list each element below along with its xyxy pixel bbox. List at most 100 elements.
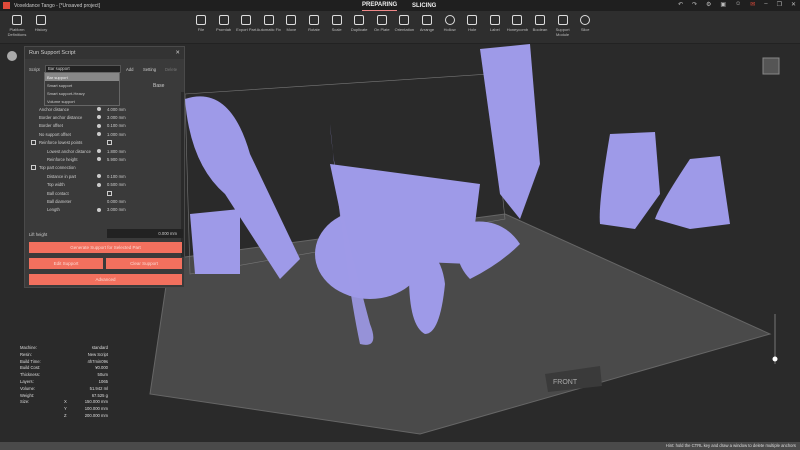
dropdown-option[interactable]: Bar support <box>45 73 119 81</box>
info-axis <box>64 365 74 372</box>
clear-support-button[interactable]: Clear Support <box>106 258 182 269</box>
setting-label: Reinforce lowest points <box>39 140 83 146</box>
info-row: Build Cost: ¥0.000 <box>20 365 108 372</box>
window-title: Voxeldance Tango - [*Unsaved project] <box>14 2 101 9</box>
info-value: 100.000 mm <box>84 406 108 412</box>
checkbox[interactable] <box>107 140 112 146</box>
advanced-button[interactable]: Advanced <box>29 274 182 285</box>
setting-value[interactable]: 0.100 mm <box>107 174 126 179</box>
info-key: Weight: <box>20 392 35 398</box>
undo-icon[interactable]: ↶ <box>678 1 683 8</box>
hollow-icon <box>444 15 455 25</box>
settings-icon[interactable]: ⚙ <box>706 1 711 8</box>
info-value: 1065 <box>98 378 108 384</box>
message-icon[interactable]: ▣ <box>720 1 726 8</box>
collapse-toggle[interactable] <box>31 165 36 171</box>
base-button[interactable]: Base <box>153 83 164 89</box>
info-row: Layers: 1065 <box>20 379 108 386</box>
info-icon <box>97 123 101 128</box>
setting-value[interactable]: 4.000 mm <box>107 107 126 112</box>
setting-label: Top width <box>47 182 65 188</box>
move-icon <box>286 15 297 25</box>
zoom-slider-handle[interactable] <box>772 356 778 362</box>
maximize-icon[interactable]: ❐ <box>777 1 782 8</box>
setting-row: Top part connection <box>25 164 175 172</box>
info-row: Y 100.000 mm <box>20 406 108 413</box>
rotate-icon <box>309 15 319 25</box>
toolbar: Platform Definitions History File Promtab Ex… <box>0 11 800 44</box>
toolbar-platform-definitions[interactable]: Platform Definitions <box>4 15 30 37</box>
setting-value[interactable]: 1.000 mm <box>107 132 126 137</box>
info-axis <box>64 372 74 379</box>
setting-value[interactable]: 3.000 mm <box>107 207 126 212</box>
info-value: ¥0.000 <box>95 365 108 371</box>
info-key <box>20 413 64 420</box>
setting-label: Border offset <box>39 123 63 129</box>
view-toggle-button[interactable] <box>7 51 17 61</box>
setting-label: Ball diameter <box>47 198 72 204</box>
redo-icon[interactable]: ↷ <box>692 1 697 8</box>
setting-value[interactable]: 0.500 mm <box>107 182 126 187</box>
close-icon[interactable]: ✕ <box>791 1 796 8</box>
file-icon <box>196 15 206 25</box>
setting-row: Ball diameter 0.000 mm <box>25 197 175 205</box>
info-axis <box>64 393 74 400</box>
info-icon <box>97 174 101 179</box>
window-controls: ↶ ↷ ⚙ ▣ ☺ ✉ – ❐ ✕ <box>678 1 796 8</box>
info-icon <box>97 107 101 111</box>
toolbar-history[interactable]: History <box>28 15 54 32</box>
setting-value[interactable]: 0.100 mm <box>107 123 126 128</box>
navigation-cube[interactable] <box>762 57 780 75</box>
mail-icon[interactable]: ✉ <box>750 1 755 8</box>
setting-label: Length <box>47 207 60 213</box>
tab-slicing[interactable]: SLICING <box>412 0 436 11</box>
info-key: Machine: <box>20 345 37 350</box>
setting-button[interactable]: Setting <box>143 67 156 72</box>
slice-icon <box>580 15 591 25</box>
setting-row: Length 3.000 mm <box>25 206 175 214</box>
status-bar: Hint: hold the CTRL key and draw a windo… <box>0 442 800 450</box>
info-value: 50um <box>97 372 108 378</box>
info-key: Layers: <box>20 378 34 384</box>
collapse-toggle[interactable] <box>31 140 36 146</box>
setting-value[interactable]: 1.800 mm <box>107 149 126 154</box>
checkbox[interactable] <box>107 190 112 196</box>
setting-value[interactable]: 5.900 mm <box>107 157 126 162</box>
delete-button[interactable]: Delete <box>165 67 177 72</box>
setting-label: Border anchor distance <box>39 114 83 120</box>
help-icon[interactable]: ☺ <box>735 1 741 8</box>
info-icon <box>97 182 101 187</box>
duplicate-icon <box>354 15 365 25</box>
dropdown-option[interactable]: Smart support-Heavy <box>45 89 119 97</box>
minimize-icon[interactable]: – <box>764 1 767 8</box>
tab-preparing[interactable]: PREPARING <box>362 0 398 11</box>
setting-row: Border offset 0.100 mm <box>25 122 175 130</box>
info-value: 67.525 g <box>91 392 108 398</box>
info-key <box>20 406 64 413</box>
dropdown-option[interactable]: Smart support <box>45 81 119 89</box>
setting-label: Ball contact <box>47 190 69 196</box>
edit-support-button[interactable]: Edit Support <box>29 258 103 269</box>
generate-support-button[interactable]: Generate Support for Selected Part <box>29 242 182 253</box>
info-row: Weight: 67.525 g <box>20 393 108 400</box>
setting-row: Top width 0.500 mm <box>25 181 175 189</box>
arrange-icon <box>422 15 432 25</box>
tool-slice[interactable]: Slice <box>572 15 598 32</box>
info-key: Thickness: <box>20 372 41 378</box>
add-button[interactable]: Add <box>126 67 133 72</box>
info-axis <box>64 386 74 393</box>
setting-value[interactable]: 3.000 mm <box>107 115 126 120</box>
info-icon <box>97 132 101 137</box>
platform-definitions-icon <box>12 15 22 25</box>
info-key: Size: <box>20 399 30 405</box>
info-axis: X <box>64 399 67 405</box>
dropdown-option[interactable]: Volume support <box>45 97 119 105</box>
panel-title: Run Support Script <box>29 50 76 56</box>
info-axis: Y <box>64 406 67 412</box>
setting-value[interactable]: 0.000 mm <box>107 199 126 204</box>
close-panel-icon[interactable]: ✕ <box>175 50 180 56</box>
info-row: Resin: New Script <box>20 352 108 359</box>
on-plate-icon <box>376 15 387 25</box>
setting-row: Lowest anchor distance 1.800 mm <box>25 147 175 155</box>
lift-height-input[interactable]: 0.000 mm <box>107 229 183 238</box>
